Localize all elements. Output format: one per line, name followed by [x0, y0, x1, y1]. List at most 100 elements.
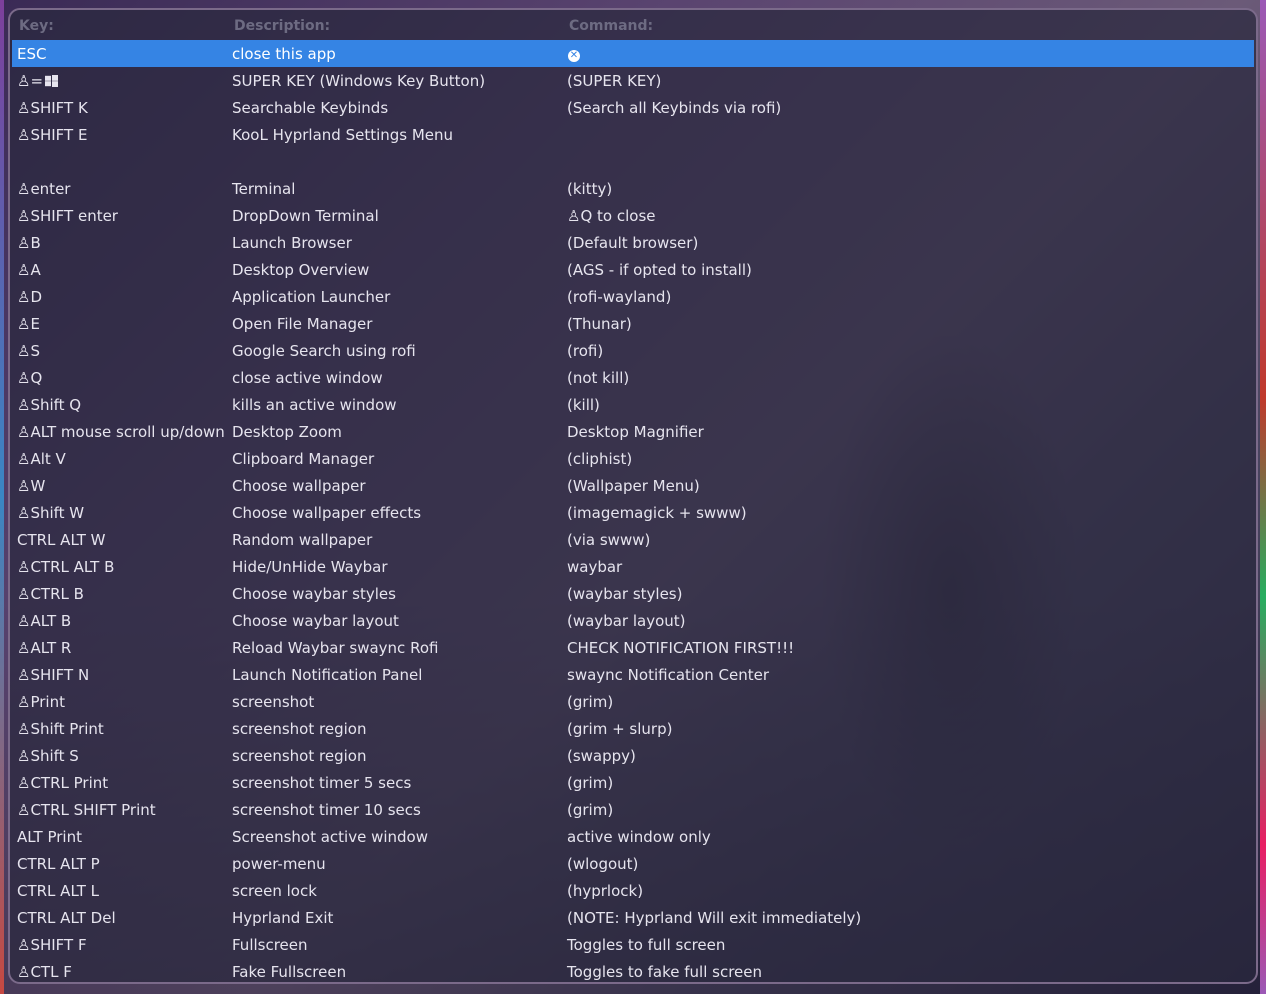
- command-cell: (imagemagick + swww): [567, 504, 747, 522]
- description-cell: Fullscreen: [232, 936, 308, 954]
- key-text: ♙B: [17, 234, 41, 252]
- list-item[interactable]: ALT Print Screenshot active window active …: [12, 823, 1254, 850]
- description-cell: Choose wallpaper: [232, 477, 366, 495]
- list-item[interactable]: ♙CTRL Print screenshot timer 5 secs (grim): [12, 769, 1254, 796]
- list-item[interactable]: ♙S Google Search using rofi (rofi): [12, 337, 1254, 364]
- description-cell: Fake Fullscreen: [232, 963, 347, 981]
- list-item[interactable]: ♙CTRL B Choose waybar styles (waybar style…: [12, 580, 1254, 607]
- key-cell: CTRL ALT W: [17, 531, 106, 549]
- key-cell: ♙B: [17, 234, 41, 252]
- list-item[interactable]: ♙ALT mouse scroll up/down Desktop Zoom Des…: [12, 418, 1254, 445]
- key-text: ♙Shift Print: [17, 720, 104, 738]
- list-item[interactable]: CTRL ALT Del Hyprland Exit (NOTE: Hyprland…: [12, 904, 1254, 931]
- header-key[interactable]: Key:: [19, 18, 54, 34]
- list-item[interactable]: ♙Shift W Choose wallpaper effects (imagema…: [12, 499, 1254, 526]
- key-text: ♙SHIFT E: [17, 126, 88, 144]
- list-item[interactable]: ♙= SUPER KEY (Windows Key Button) (SUPER K…: [12, 67, 1254, 94]
- list-item[interactable]: ♙CTRL SHIFT Print screenshot timer 10 sec…: [12, 796, 1254, 823]
- list-item[interactable]: ♙E Open File Manager (Thunar): [12, 310, 1254, 337]
- command-cell: (Default browser): [567, 234, 699, 252]
- key-cell: ALT Print: [17, 828, 82, 846]
- key-cell: ♙CTL F: [17, 963, 72, 981]
- key-text: ♙CTRL SHIFT Print: [17, 801, 156, 819]
- list-item[interactable]: ♙W Choose wallpaper (Wallpaper Menu): [12, 472, 1254, 499]
- description-cell: screenshot region: [232, 747, 367, 765]
- description-cell: screenshot region: [232, 720, 367, 738]
- list-item[interactable]: ♙CTRL ALT B Hide/UnHide Waybar waybar: [12, 553, 1254, 580]
- list-item[interactable]: ♙Shift Q kills an active window (kill): [12, 391, 1254, 418]
- keybind-list: ESC close this app ✕ ♙= SUPER KEY (Windows K…: [12, 40, 1254, 982]
- description-cell: power-menu: [232, 855, 326, 873]
- key-cell: ♙W: [17, 477, 45, 495]
- key-cell: ♙CTRL Print: [17, 774, 108, 792]
- key-text: ♙Shift W: [17, 504, 85, 522]
- command-cell: (grim): [567, 693, 614, 711]
- key-cell: ♙E: [17, 315, 40, 333]
- key-text: ♙Shift S: [17, 747, 79, 765]
- key-text: ♙Shift Q: [17, 396, 82, 414]
- command-cell: (Wallpaper Menu): [567, 477, 700, 495]
- windows-icon: [45, 75, 59, 87]
- list-item[interactable]: ♙SHIFT K Searchable Keybinds (Search all K…: [12, 94, 1254, 121]
- key-cell: ♙A: [17, 261, 41, 279]
- command-cell: (rofi-wayland): [567, 288, 672, 306]
- key-cell: ♙Shift S: [17, 747, 79, 765]
- list-item[interactable]: ♙Alt V Clipboard Manager (cliphist): [12, 445, 1254, 472]
- key-cell: ♙SHIFT E: [17, 126, 87, 144]
- list-item[interactable]: ♙SHIFT F Fullscreen Toggles to full screen: [12, 931, 1254, 958]
- list-item[interactable]: [12, 148, 1254, 175]
- key-cell: ♙CTRL B: [17, 585, 84, 603]
- list-item[interactable]: CTRL ALT P power-menu (wlogout): [12, 850, 1254, 877]
- list-item[interactable]: ♙SHIFT E KooL Hyprland Settings Menu: [12, 121, 1254, 148]
- list-item[interactable]: ♙Shift Print screenshot region (grim + slu…: [12, 715, 1254, 742]
- list-item[interactable]: CTRL ALT W Random wallpaper (via swww): [12, 526, 1254, 553]
- close-icon[interactable]: ✕: [568, 50, 580, 62]
- list-item[interactable]: ♙Shift S screenshot region (swappy): [12, 742, 1254, 769]
- description-cell: Screenshot active window: [232, 828, 428, 846]
- command-cell: CHECK NOTIFICATION FIRST!!!: [567, 639, 795, 657]
- command-cell: (waybar layout): [567, 612, 686, 630]
- description-cell: Choose wallpaper effects: [232, 504, 422, 522]
- list-item[interactable]: ♙Print screenshot (grim): [12, 688, 1254, 715]
- list-item[interactable]: ♙enter Terminal (kitty): [12, 175, 1254, 202]
- key-text: CTRL ALT W: [17, 531, 106, 549]
- header-command[interactable]: Command:: [569, 18, 653, 34]
- list-item[interactable]: CTRL ALT L screen lock (hyprlock): [12, 877, 1254, 904]
- key-cell: ♙ALT B: [17, 612, 71, 630]
- key-cell: ♙Alt V: [17, 450, 66, 468]
- key-text: ♙SHIFT F: [17, 936, 87, 954]
- key-text: ♙Alt V: [17, 450, 66, 468]
- description-cell: Desktop Overview: [232, 261, 370, 279]
- list-item[interactable]: ♙SHIFT N Launch Notification Panel swaync …: [12, 661, 1254, 688]
- key-cell: ♙ALT R: [17, 639, 71, 657]
- key-cell: ♙ALT mouse scroll up/down: [17, 423, 225, 441]
- list-item[interactable]: ♙SHIFT enter DropDown Terminal ♙Q to close: [12, 202, 1254, 229]
- list-item[interactable]: ♙A Desktop Overview (AGS - if opted to ins…: [12, 256, 1254, 283]
- command-cell: (via swww): [567, 531, 651, 549]
- description-cell: Google Search using rofi: [232, 342, 416, 360]
- window-border-right: [1260, 0, 1266, 994]
- key-text: CTRL ALT Del: [17, 909, 116, 927]
- description-cell: Hyprland Exit: [232, 909, 334, 927]
- key-text: ♙SHIFT enter: [17, 207, 118, 225]
- command-cell: (NOTE: Hyprland Will exit immediately): [567, 909, 862, 927]
- command-cell: Toggles to full screen: [567, 936, 726, 954]
- command-cell: waybar: [567, 558, 623, 576]
- list-item[interactable]: ♙B Launch Browser (Default browser): [12, 229, 1254, 256]
- list-item[interactable]: ♙ALT B Choose waybar layout (waybar layout…: [12, 607, 1254, 634]
- list-item-selected[interactable]: ESC close this app ✕: [12, 40, 1254, 67]
- list-item[interactable]: ♙CTL F Fake Fullscreen Toggles to fake ful…: [12, 958, 1254, 982]
- key-text: ♙SHIFT K: [17, 99, 88, 117]
- header-description[interactable]: Description:: [234, 18, 330, 34]
- window-border-left: [0, 0, 4, 994]
- list-item[interactable]: ♙ALT R Reload Waybar swaync Rofi CHECK NOT…: [12, 634, 1254, 661]
- description-cell: Application Launcher: [232, 288, 391, 306]
- key-cell: ♙SHIFT F: [17, 936, 87, 954]
- list-item[interactable]: ♙Q close active window (not kill): [12, 364, 1254, 391]
- key-cell: ♙Shift W: [17, 504, 84, 522]
- key-cell: ♙Shift Q: [17, 396, 81, 414]
- key-cell: ESC: [17, 45, 46, 63]
- key-cell: ♙Print: [17, 693, 65, 711]
- key-cell: ♙D: [17, 288, 42, 306]
- list-item[interactable]: ♙D Application Launcher (rofi-wayland): [12, 283, 1254, 310]
